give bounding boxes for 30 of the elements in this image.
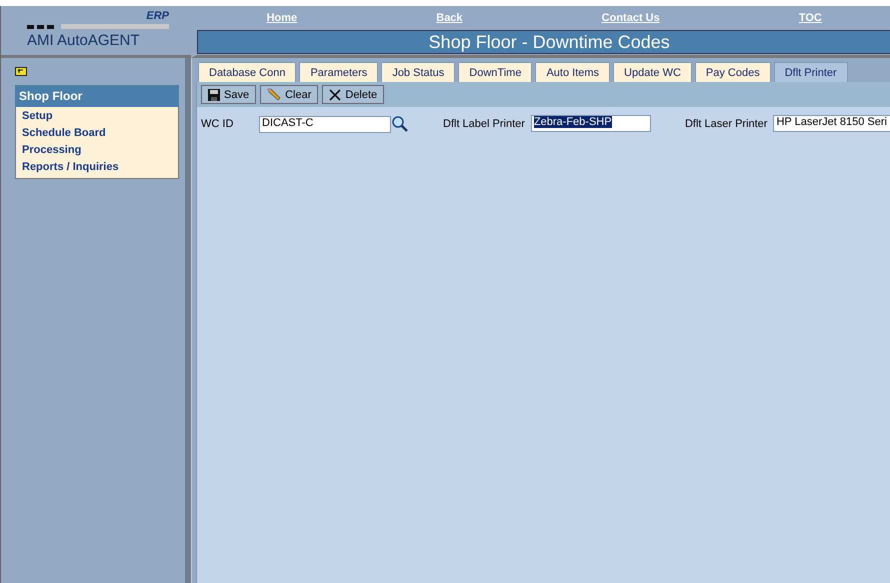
menu-link[interactable]: Schedule Board: [22, 125, 172, 142]
input-field[interactable]: Zebra-Feb-SHP: [530, 115, 651, 132]
tab[interactable]: Database Conn: [198, 62, 296, 82]
product-name: AMI AutoAGENT: [27, 32, 141, 49]
tab[interactable]: Job Status: [381, 62, 456, 82]
tagline: ERP: [146, 10, 169, 22]
field-label: WC ID: [201, 118, 234, 130]
menu-link[interactable]: Reports / Inquiries: [22, 159, 172, 176]
input-field[interactable]: DICAST-C: [259, 116, 391, 132]
delete-button[interactable]: Delete: [322, 85, 384, 104]
folder-up-icon[interactable]: [15, 66, 27, 76]
tab[interactable]: Update WC: [613, 62, 692, 82]
search-icon[interactable]: [391, 115, 409, 133]
tab[interactable]: DownTime: [458, 62, 532, 82]
tab[interactable]: Parameters: [299, 62, 378, 82]
tab[interactable]: Dflt Printer: [774, 62, 848, 82]
logo-bars-icon: [27, 24, 169, 29]
field-label: Dflt Laser Printer: [684, 118, 768, 130]
save-button[interactable]: Save: [201, 85, 256, 104]
tab[interactable]: Pay Codes: [694, 62, 771, 82]
page-title: Shop Floor - Downtime Codes: [197, 30, 890, 54]
field-label: Dflt Label Printer: [443, 118, 525, 130]
close-icon: [329, 88, 342, 100]
tab[interactable]: Auto Items: [535, 62, 610, 82]
menu-link[interactable]: Processing: [22, 142, 172, 159]
pencil-icon: [267, 88, 282, 101]
clear-button[interactable]: Clear: [260, 85, 318, 104]
input-field[interactable]: HP LaserJet 8150 Seri: [773, 115, 890, 132]
menu-link[interactable]: Setup: [22, 108, 172, 125]
section-header: Shop Floor: [15, 85, 179, 107]
